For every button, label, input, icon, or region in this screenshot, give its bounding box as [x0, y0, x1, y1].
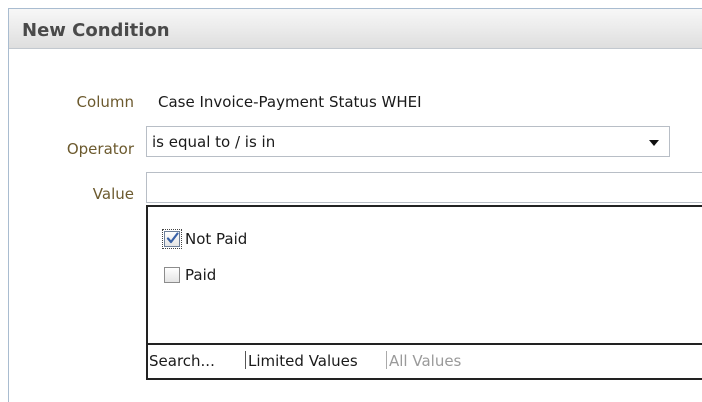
search-link[interactable]: Search... [149, 352, 215, 370]
column-value: Case Invoice-Payment Status WHEI [158, 93, 422, 111]
dialog-titlebar: New Condition [9, 9, 702, 49]
option-label: Not Paid [185, 230, 248, 248]
footer-separator [245, 351, 246, 369]
checkbox-paid[interactable] [164, 267, 180, 283]
limited-values-link[interactable]: Limited Values [248, 352, 358, 370]
dialog-title: New Condition [22, 20, 170, 41]
listbox-footer: Search... Limited Values All Values [148, 343, 702, 376]
all-values-link[interactable]: All Values [389, 352, 461, 370]
option-label: Paid [185, 266, 217, 284]
footer-separator [386, 351, 387, 369]
checkmark-icon [166, 232, 179, 244]
column-label: Column [76, 93, 134, 111]
operator-label: Operator [66, 140, 134, 158]
operator-dropdown[interactable]: is equal to / is in [146, 126, 670, 157]
value-options-list: Not Paid Paid Search... Limited Values A… [146, 205, 702, 380]
checkbox-not-paid[interactable] [162, 229, 182, 249]
operator-selected-value: is equal to / is in [152, 133, 276, 151]
value-label: Value [92, 185, 134, 203]
value-input[interactable] [146, 172, 702, 203]
chevron-down-icon[interactable] [649, 140, 659, 146]
